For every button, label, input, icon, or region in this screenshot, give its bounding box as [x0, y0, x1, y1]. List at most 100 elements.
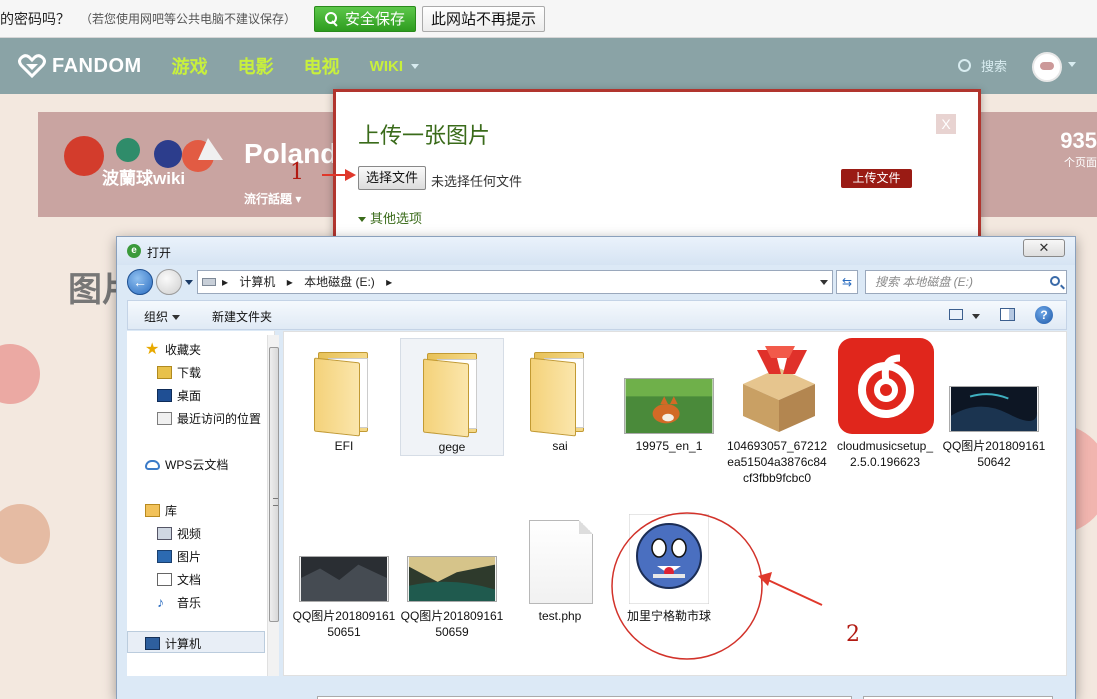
chevron-down-icon[interactable] — [820, 280, 828, 285]
sidebar-scrollbar[interactable] — [267, 335, 279, 676]
view-options-dropdown[interactable] — [972, 314, 980, 319]
close-button[interactable]: X — [936, 114, 956, 134]
back-button[interactable]: ← — [127, 269, 153, 295]
never-prompt-button[interactable]: 此网站不再提示 — [422, 5, 546, 32]
address-bar[interactable]: ▸ 计算机 ▸ 本地磁盘 (E:) ▸ — [197, 270, 833, 294]
close-button[interactable]: ✕ — [1023, 239, 1065, 257]
countryball-image-thumbnail-icon — [629, 514, 709, 604]
view-icon[interactable] — [949, 309, 963, 320]
breadcrumb-computer[interactable]: 计算机 — [239, 275, 275, 289]
browser-icon: e — [127, 244, 141, 258]
nav-search[interactable]: 搜索 — [958, 56, 1007, 75]
file-item-sai[interactable]: sai — [508, 338, 612, 454]
sidebar-item-documents[interactable]: 文档 — [157, 571, 201, 588]
sidebar-item-videos[interactable]: 视频 — [157, 525, 201, 542]
file-item-qq-image-3[interactable]: QQ图片20180916150659 — [400, 508, 504, 640]
preview-pane-icon[interactable] — [1000, 308, 1015, 321]
nav-tv[interactable]: 电视 — [304, 53, 340, 79]
file-name: 104693057_67212ea51504a3876c84cf3fbb9fcb… — [726, 439, 828, 485]
sidebar-item-library[interactable]: 库 — [145, 502, 177, 519]
organize-label: 组织 — [144, 310, 169, 324]
more-options-toggle[interactable]: 其他选项 — [358, 208, 422, 227]
safe-save-label: 安全保存 — [345, 11, 406, 28]
file-name: gege — [438, 440, 466, 454]
nav-wiki-dropdown[interactable]: WIKI — [370, 58, 420, 75]
file-item-qq-image-2[interactable]: QQ图片20180916150651 — [292, 508, 396, 640]
sidebar-item-wps[interactable]: WPS云文档 — [145, 456, 228, 473]
nav-movies[interactable]: 电影 — [238, 53, 274, 79]
more-options-label: 其他选项 — [370, 211, 423, 226]
chevron-down-icon[interactable] — [1068, 62, 1076, 67]
sidebar-item-desktop[interactable]: 桌面 — [157, 387, 201, 404]
organize-button[interactable]: 组织 — [144, 308, 181, 325]
library-icon — [145, 504, 160, 517]
sidebar-item-label: 文档 — [177, 573, 202, 587]
choose-file-button[interactable]: 选择文件 — [358, 166, 427, 190]
file-item-test-php[interactable]: test.php — [508, 508, 612, 624]
refresh-button[interactable]: ⇆ — [836, 270, 858, 294]
pages-label: 个页面 — [1064, 157, 1097, 169]
file-item-cloudmusic[interactable]: cloudmusicsetup_2.5.0.196623 — [833, 338, 937, 470]
search-input[interactable]: 搜索 本地磁盘 (E:) — [865, 270, 1067, 294]
sidebar-item-pictures[interactable]: 图片 — [157, 548, 201, 565]
sidebar-item-label: 收藏夹 — [165, 343, 202, 357]
password-save-bar: 的密码吗？ （若您使用网吧等公共电脑不建议保存） 安全保存 此网站不再提示 — [0, 0, 1097, 38]
netease-music-icon — [838, 338, 934, 434]
trending-label: 流行話題 — [244, 192, 293, 206]
search-placeholder: 搜索 本地磁盘 (E:) — [875, 275, 973, 289]
dialog-toolbar: 组织 新建文件夹 ? — [127, 300, 1067, 330]
valley-thumbnail-icon — [407, 556, 497, 602]
sidebar-item-music[interactable]: ♪ 音乐 — [157, 594, 201, 611]
new-folder-button[interactable]: 新建文件夹 — [212, 308, 272, 325]
avatar[interactable] — [1032, 52, 1062, 82]
wiki-name[interactable]: 波蘭球wiki — [102, 164, 185, 189]
forward-button[interactable] — [156, 269, 182, 295]
upload-file-button[interactable]: 上传文件 — [841, 169, 912, 188]
nav-wiki-label: WIKI — [369, 57, 403, 75]
fandom-logo[interactable]: FANDOM — [18, 54, 142, 78]
scrollbar-thumb[interactable] — [269, 347, 279, 622]
safe-save-button[interactable]: 安全保存 — [314, 5, 417, 32]
sidebar-item-label: 计算机 — [165, 637, 202, 651]
trending-menu[interactable]: 流行話題 ▾ — [244, 190, 301, 207]
sidebar-item-label: 下载 — [177, 366, 202, 380]
recent-places-icon — [157, 412, 172, 425]
sidebar-item-label: 库 — [165, 504, 178, 518]
sidebar-item-label: 图片 — [177, 550, 202, 564]
dark-landscape-thumbnail-icon — [299, 556, 389, 602]
file-item-countryball[interactable]: 加里宁格勒市球 — [617, 508, 721, 624]
nav-games[interactable]: 游戏 — [172, 53, 208, 79]
download-folder-icon — [157, 366, 172, 379]
sidebar-item-favorites[interactable]: ★ 收藏夹 — [145, 341, 201, 358]
file-item-gege[interactable]: gege — [400, 338, 504, 456]
fox-image-thumbnail-icon — [624, 378, 714, 434]
chevron-down-icon — [358, 217, 366, 223]
help-icon[interactable]: ? — [1035, 306, 1053, 324]
file-item-qq-image-1[interactable]: QQ图片20180916150642 — [942, 338, 1046, 470]
sidebar-item-computer[interactable]: 计算机 — [145, 635, 201, 652]
sidebar-item-label: 视频 — [177, 527, 202, 541]
night-sky-thumbnail-icon — [949, 386, 1039, 432]
sidebar-item-recent[interactable]: 最近访问的位置 — [157, 410, 261, 427]
recent-locations-dropdown[interactable] — [185, 280, 193, 285]
file-name: 加里宁格勒市球 — [626, 609, 711, 623]
password-hint: （若您使用网吧等公共电脑不建议保存） — [80, 12, 297, 26]
file-item-fox-image[interactable]: 19975_en_1 — [617, 338, 721, 454]
file-name: EFI — [334, 439, 354, 453]
sidebar-item-label: 桌面 — [177, 389, 202, 403]
search-icon — [1050, 276, 1060, 286]
video-icon — [157, 527, 172, 540]
navigation-pane: ★ 收藏夹 下载 桌面 最近访问的位置 WPS云文档 库 视频 图片 文档 ♪ 音乐… — [127, 331, 275, 676]
music-icon: ♪ — [157, 594, 164, 610]
sidebar-item-label: WPS云文档 — [165, 458, 229, 472]
chevron-down-icon — [411, 64, 420, 70]
file-item-efi[interactable]: EFI — [292, 338, 396, 454]
dialog-titlebar[interactable]: e 打开 ✕ — [117, 237, 1075, 265]
sidebar-item-downloads[interactable]: 下载 — [157, 364, 201, 381]
file-item-archive[interactable]: 104693057_67212ea51504a3876c84cf3fbb9fcb… — [725, 338, 829, 486]
no-file-text: 未选择任何文件 — [431, 174, 523, 189]
file-name: QQ图片20180916150659 — [400, 609, 504, 639]
grip-icon — [273, 498, 278, 506]
password-question: 的密码吗？ — [0, 10, 70, 27]
breadcrumb-drive-e[interactable]: 本地磁盘 (E:) — [304, 275, 375, 289]
